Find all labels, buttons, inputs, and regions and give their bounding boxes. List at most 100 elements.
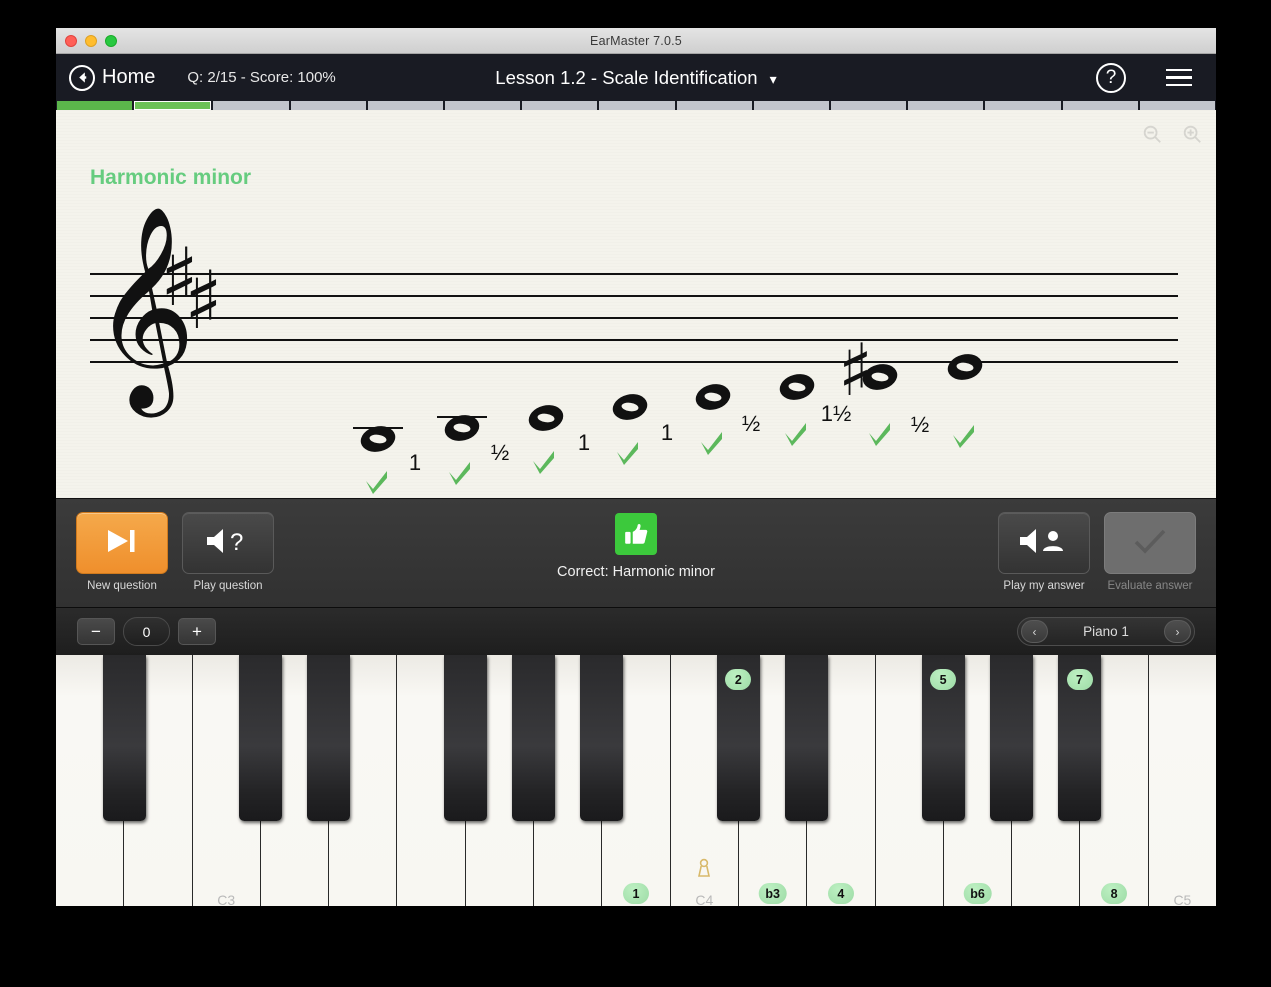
home-label: Home bbox=[102, 66, 156, 88]
svg-text:♯: ♯ bbox=[184, 254, 223, 347]
whole-note bbox=[612, 394, 648, 420]
progress-segment bbox=[831, 101, 907, 110]
transpose-value: 0 bbox=[123, 617, 170, 646]
interval-label: 1 bbox=[661, 420, 673, 445]
evaluate-answer-button[interactable] bbox=[1104, 512, 1196, 574]
instrument-selector: ‹ Piano 1 › bbox=[1017, 617, 1195, 646]
progress-segment bbox=[676, 101, 752, 110]
piano-black-key[interactable] bbox=[785, 655, 829, 821]
right-controls: Play my answer Evaluate answer bbox=[998, 512, 1196, 592]
progress-segment bbox=[445, 101, 521, 110]
instrument-prev-button[interactable]: ‹ bbox=[1021, 620, 1048, 643]
scale-degree-pill: 7 bbox=[1066, 669, 1093, 690]
scale-degree-pill: 1 bbox=[623, 883, 650, 904]
piano-black-key[interactable] bbox=[102, 655, 146, 821]
correct-check-icon bbox=[785, 423, 806, 446]
instrument-next-button[interactable]: › bbox=[1164, 620, 1191, 643]
lesson-progress-bar bbox=[56, 101, 1216, 110]
music-staff: 𝄞 ♯ ♯ ♯1 ½ 1 1 ½ 1½ ½ bbox=[90, 205, 1178, 494]
progress-segment bbox=[522, 101, 598, 110]
window-traffic-lights bbox=[65, 34, 117, 47]
new-question-label: New question bbox=[87, 580, 157, 592]
question-score-status: Q: 2/15 - Score: 100% bbox=[187, 69, 336, 86]
play-my-answer-control: Play my answer bbox=[998, 512, 1090, 592]
help-button[interactable]: ? bbox=[1096, 62, 1126, 93]
interval-label: 1 bbox=[578, 430, 590, 455]
speaker-person-icon bbox=[1017, 526, 1071, 561]
piano-black-key[interactable] bbox=[512, 655, 556, 821]
scale-degree-pill: 2 bbox=[725, 669, 752, 690]
evaluate-answer-control: Evaluate answer bbox=[1104, 512, 1196, 592]
piano-black-key[interactable] bbox=[307, 655, 351, 821]
thumbs-up-icon bbox=[615, 513, 657, 555]
piano-black-key[interactable] bbox=[239, 655, 283, 821]
maximize-window-button[interactable] bbox=[105, 34, 117, 47]
piano-black-key[interactable]: 5 bbox=[921, 655, 965, 821]
progress-segment bbox=[134, 101, 212, 110]
progress-segment bbox=[1139, 101, 1216, 110]
window-title: EarMaster 7.0.5 bbox=[590, 33, 682, 48]
scale-degree-pill: b6 bbox=[963, 883, 992, 904]
whole-note bbox=[947, 354, 983, 380]
keyboard-toolbar: − 0 + ‹ Piano 1 › bbox=[56, 608, 1216, 655]
play-question-label: Play question bbox=[193, 580, 263, 592]
correct-check-icon bbox=[953, 425, 974, 448]
play-my-answer-label: Play my answer bbox=[1003, 580, 1085, 592]
window-titlebar: EarMaster 7.0.5 bbox=[56, 28, 1216, 54]
progress-segment bbox=[57, 101, 133, 110]
progress-segment bbox=[1062, 101, 1138, 110]
correct-check-icon bbox=[449, 462, 470, 485]
progress-segment bbox=[753, 101, 830, 110]
piano-white-key[interactable]: C5 bbox=[1148, 655, 1216, 906]
interval-label: ½ bbox=[742, 411, 760, 436]
menu-icon[interactable] bbox=[1166, 68, 1192, 87]
piano-black-key[interactable] bbox=[443, 655, 487, 821]
white-keys: C3 1 C4 b3 4 b6 8 C5 bbox=[56, 655, 1216, 906]
scale-degree-pill: 8 bbox=[1101, 883, 1128, 904]
correct-check-icon bbox=[869, 423, 890, 446]
piano-keyboard: C3 1 C4 b3 4 b6 8 C5 2 5 7 bbox=[56, 655, 1216, 906]
progress-segment bbox=[599, 101, 675, 110]
check-icon bbox=[1130, 525, 1170, 562]
octave-label: C5 bbox=[1173, 892, 1192, 906]
correct-check-icon bbox=[366, 471, 387, 494]
answer-control-bar: New question ? Play question Correct: Ha… bbox=[56, 498, 1216, 608]
octave-label: C3 bbox=[217, 892, 236, 906]
progress-segment bbox=[367, 101, 444, 110]
whole-note bbox=[779, 374, 815, 400]
play-my-answer-button[interactable] bbox=[998, 512, 1090, 574]
home-button[interactable]: Home bbox=[69, 64, 156, 91]
transpose-stepper: − 0 + bbox=[77, 617, 216, 646]
minimize-window-button[interactable] bbox=[85, 34, 97, 47]
piano-black-key[interactable]: 7 bbox=[1058, 655, 1102, 821]
octave-label: C4 bbox=[695, 892, 714, 906]
whole-note bbox=[528, 405, 564, 431]
back-arrow-icon bbox=[69, 64, 95, 91]
piano-black-key[interactable] bbox=[580, 655, 624, 821]
interval-label: ½ bbox=[491, 440, 509, 465]
piano-black-key[interactable] bbox=[989, 655, 1033, 821]
interval-label: 1 bbox=[409, 450, 421, 475]
feedback-text: Correct: Harmonic minor bbox=[557, 564, 715, 580]
progress-segment bbox=[213, 101, 289, 110]
progress-segment bbox=[290, 101, 366, 110]
progress-segment bbox=[908, 101, 984, 110]
close-window-button[interactable] bbox=[65, 34, 77, 47]
transpose-decrement-button[interactable]: − bbox=[77, 618, 115, 645]
tonic-marker-icon bbox=[696, 858, 712, 883]
application-window: EarMaster 7.0.5 Home Q: 2/15 - Score: 10… bbox=[56, 28, 1216, 906]
scale-degree-pill: 4 bbox=[827, 883, 854, 904]
evaluate-answer-label: Evaluate answer bbox=[1107, 580, 1193, 592]
correct-check-icon bbox=[701, 432, 722, 455]
piano-black-key[interactable]: 2 bbox=[716, 655, 760, 821]
correct-check-icon bbox=[617, 442, 638, 465]
chevron-down-icon: ▾ bbox=[769, 70, 777, 87]
score-panel: Harmonic minor 𝄞 ♯ ♯ ♯ 1 ½ 1 1 ½ 1½ ½ bbox=[56, 110, 1216, 498]
whole-note bbox=[695, 384, 731, 410]
scale-degree-pill: 5 bbox=[930, 669, 957, 690]
correct-check-icon bbox=[533, 451, 554, 474]
header-actions: ? bbox=[1096, 62, 1192, 93]
interval-label: ½ bbox=[911, 412, 929, 437]
transpose-increment-button[interactable]: + bbox=[178, 618, 216, 645]
app-root: EarMaster 7.0.5 Home Q: 2/15 - Score: 10… bbox=[0, 0, 1271, 987]
